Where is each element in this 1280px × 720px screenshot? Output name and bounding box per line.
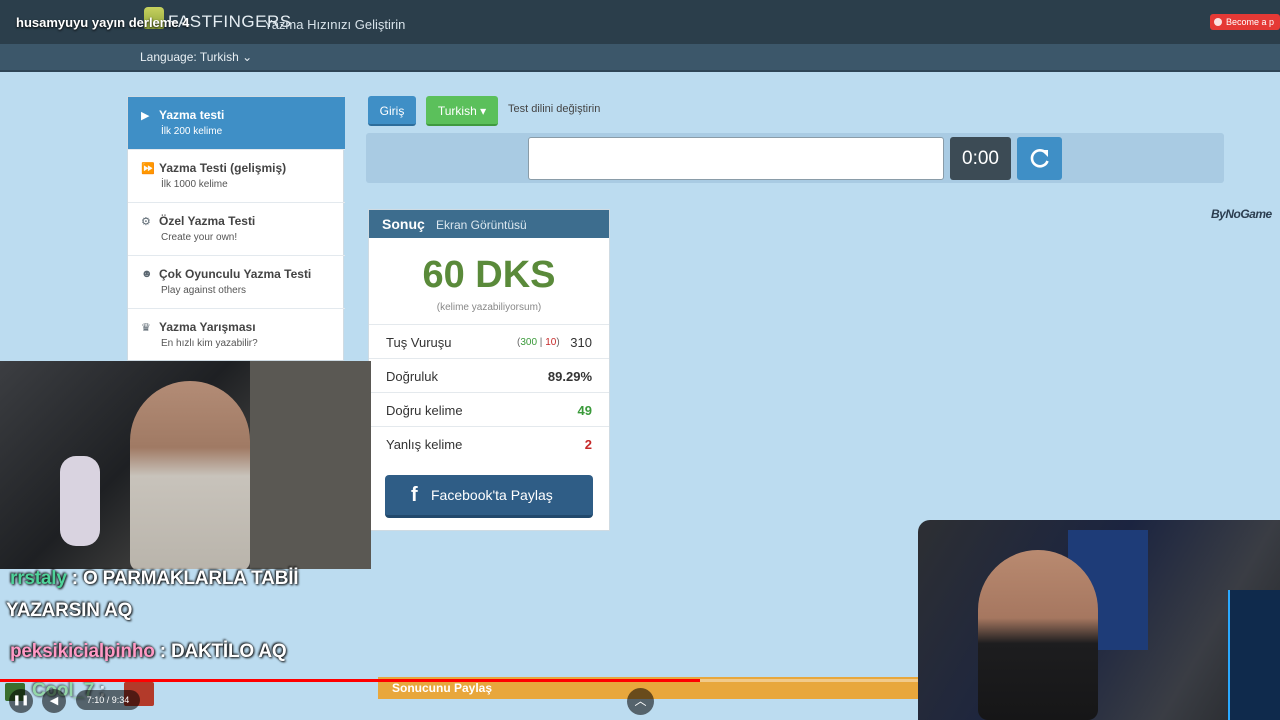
keystrokes-wrong: 10: [545, 337, 557, 348]
chat-username: rrstaly: [10, 568, 67, 589]
sidebar-menu: ▶ Yazma testi İlk 200 kelime ⏩ Yazma Tes…: [127, 96, 345, 362]
chevron-up-icon: ︿: [634, 694, 647, 708]
microphone: [60, 456, 100, 546]
wrong-words-value: 2: [584, 437, 592, 452]
sidebar-item-competition[interactable]: ♛ Yazma Yarışması En hızlı kim yazabilir…: [128, 309, 345, 362]
share-result-label: Sonucunu Paylaş: [392, 681, 493, 695]
sidebar-item-title: Çok Oyunculu Yazma Testi: [159, 267, 312, 281]
sidebar-item-advanced-test[interactable]: ⏩ Yazma Testi (gelişmiş) İlk 1000 kelime: [128, 150, 345, 203]
chat-text: DAKTİLO AQ: [170, 641, 287, 662]
fast-forward-icon: ⏩: [141, 163, 155, 175]
language-button[interactable]: Turkish ▾: [426, 96, 498, 126]
typing-input[interactable]: [528, 137, 944, 180]
keystrokes-detail: (300 | 10): [517, 337, 560, 348]
accuracy-label: Doğruluk: [386, 369, 439, 384]
accuracy-row: Doğruluk 89.29%: [369, 358, 609, 392]
reactor: [978, 550, 1098, 720]
keystrokes-correct: 300: [520, 337, 538, 348]
become-patron-button[interactable]: Become a p: [1209, 14, 1280, 30]
wpm-value: 60 DKS: [422, 254, 556, 296]
sidebar-item-subtitle: İlk 200 kelime: [161, 126, 223, 137]
sidebar-item-typing-test[interactable]: ▶ Yazma testi İlk 200 kelime: [128, 97, 345, 150]
keystrokes-total: 310: [570, 335, 592, 350]
wrong-words-label: Yanlış kelime: [386, 437, 463, 452]
streamer-webcam: [0, 361, 371, 569]
sidebar-item-subtitle: En hızlı kim yazabilir?: [161, 338, 258, 349]
chat-text: O PARMAKLARLA TABİİ: [83, 568, 299, 589]
volume-button[interactable]: ◀: [42, 689, 66, 713]
language-label: Language: Turkish: [140, 50, 239, 64]
streamer: [130, 381, 250, 569]
wpm-subtitle: (kelime yazabiliyorsum): [436, 302, 542, 313]
chat-message-continued: YAZARSIN AQ: [6, 600, 133, 621]
video-title: husamyuyu yayın derleme 4: [16, 15, 190, 30]
chevron-down-icon: ⌄: [242, 50, 253, 64]
users-icon: ☻: [141, 268, 153, 280]
change-language-text: Test dilini değiştirin: [508, 103, 601, 115]
language-bar: Language: Turkish ⌄: [0, 44, 1280, 72]
sidebar-item-subtitle: İlk 1000 kelime: [161, 179, 228, 190]
video-progress-bar[interactable]: [0, 679, 918, 682]
sidebar-item-multiplayer[interactable]: ☻ Çok Oyunculu Yazma Testi Play against …: [128, 256, 345, 309]
trophy-icon: ♛: [141, 322, 151, 334]
webcam-background: [250, 361, 371, 569]
sponsor-logo[interactable]: ByNoGame: [1211, 207, 1272, 221]
result-panel: Sonuç Ekran Görüntüsü 60 DKS (kelime yaz…: [368, 209, 610, 531]
site-tagline: Yazma Hızınızı Geliştirin: [264, 17, 406, 32]
chat-username: peksikicialpinho: [10, 641, 155, 662]
sidebar-item-title: Yazma Testi (gelişmiş): [159, 161, 287, 175]
chat-message: rrstaly : O PARMAKLARLA TABİİ: [10, 568, 299, 589]
correct-words-value: 49: [577, 403, 592, 418]
facebook-share-label: Facebook'ta Paylaş: [431, 487, 553, 503]
site-header: FASTFINGERS Yazma Hızınızı Geliştirin hu…: [0, 0, 1280, 44]
play-icon: ▶: [141, 110, 150, 122]
pc-case: [1228, 590, 1280, 720]
result-header: Sonuç Ekran Görüntüsü: [369, 210, 609, 238]
sidebar-item-subtitle: Play against others: [161, 285, 247, 296]
facebook-icon: f: [411, 484, 418, 506]
accuracy-value: 89.29%: [547, 369, 592, 384]
pause-icon: ❚❚: [12, 695, 30, 706]
expand-button[interactable]: ︿: [627, 688, 654, 715]
correct-words-row: Doğru kelime 49: [369, 392, 609, 426]
wrong-words-row: Yanlış kelime 2: [369, 426, 609, 460]
login-button[interactable]: Giriş: [368, 96, 416, 126]
reactor-webcam: [918, 520, 1280, 720]
correct-words-label: Doğru kelime: [386, 403, 463, 418]
language-button-label: Turkish: [437, 104, 477, 118]
result-title: Sonuç: [382, 216, 425, 232]
video-time: 7:10 / 9:34: [76, 690, 140, 710]
caret-down-icon: ▾: [480, 104, 487, 118]
sidebar-item-title: Özel Yazma Testi: [159, 214, 256, 228]
volume-icon: ◀: [49, 695, 59, 707]
screenshot-link[interactable]: Ekran Görüntüsü: [436, 218, 527, 232]
refresh-icon: [1030, 148, 1049, 168]
video-progress-fill: [0, 679, 701, 682]
pause-button[interactable]: ❚❚: [9, 689, 33, 713]
restart-button[interactable]: [1017, 137, 1062, 180]
timer-display: 0:00: [950, 137, 1011, 180]
language-selector[interactable]: Language: Turkish ⌄: [140, 50, 252, 64]
sidebar-item-title: Yazma Yarışması: [159, 320, 256, 334]
keystrokes-label: Tuş Vuruşu: [386, 335, 452, 350]
keystrokes-row: Tuş Vuruşu (300 | 10) 310: [369, 324, 609, 358]
facebook-share-button[interactable]: f Facebook'ta Paylaş: [385, 475, 593, 518]
sidebar-item-subtitle: Create your own!: [161, 232, 238, 243]
gears-icon: ⚙: [141, 216, 151, 228]
chat-message: peksikicialpinho : DAKTİLO AQ: [10, 641, 287, 662]
sidebar-item-title: Yazma testi: [159, 108, 225, 122]
sidebar-item-custom-test[interactable]: ⚙ Özel Yazma Testi Create your own!: [128, 203, 345, 256]
